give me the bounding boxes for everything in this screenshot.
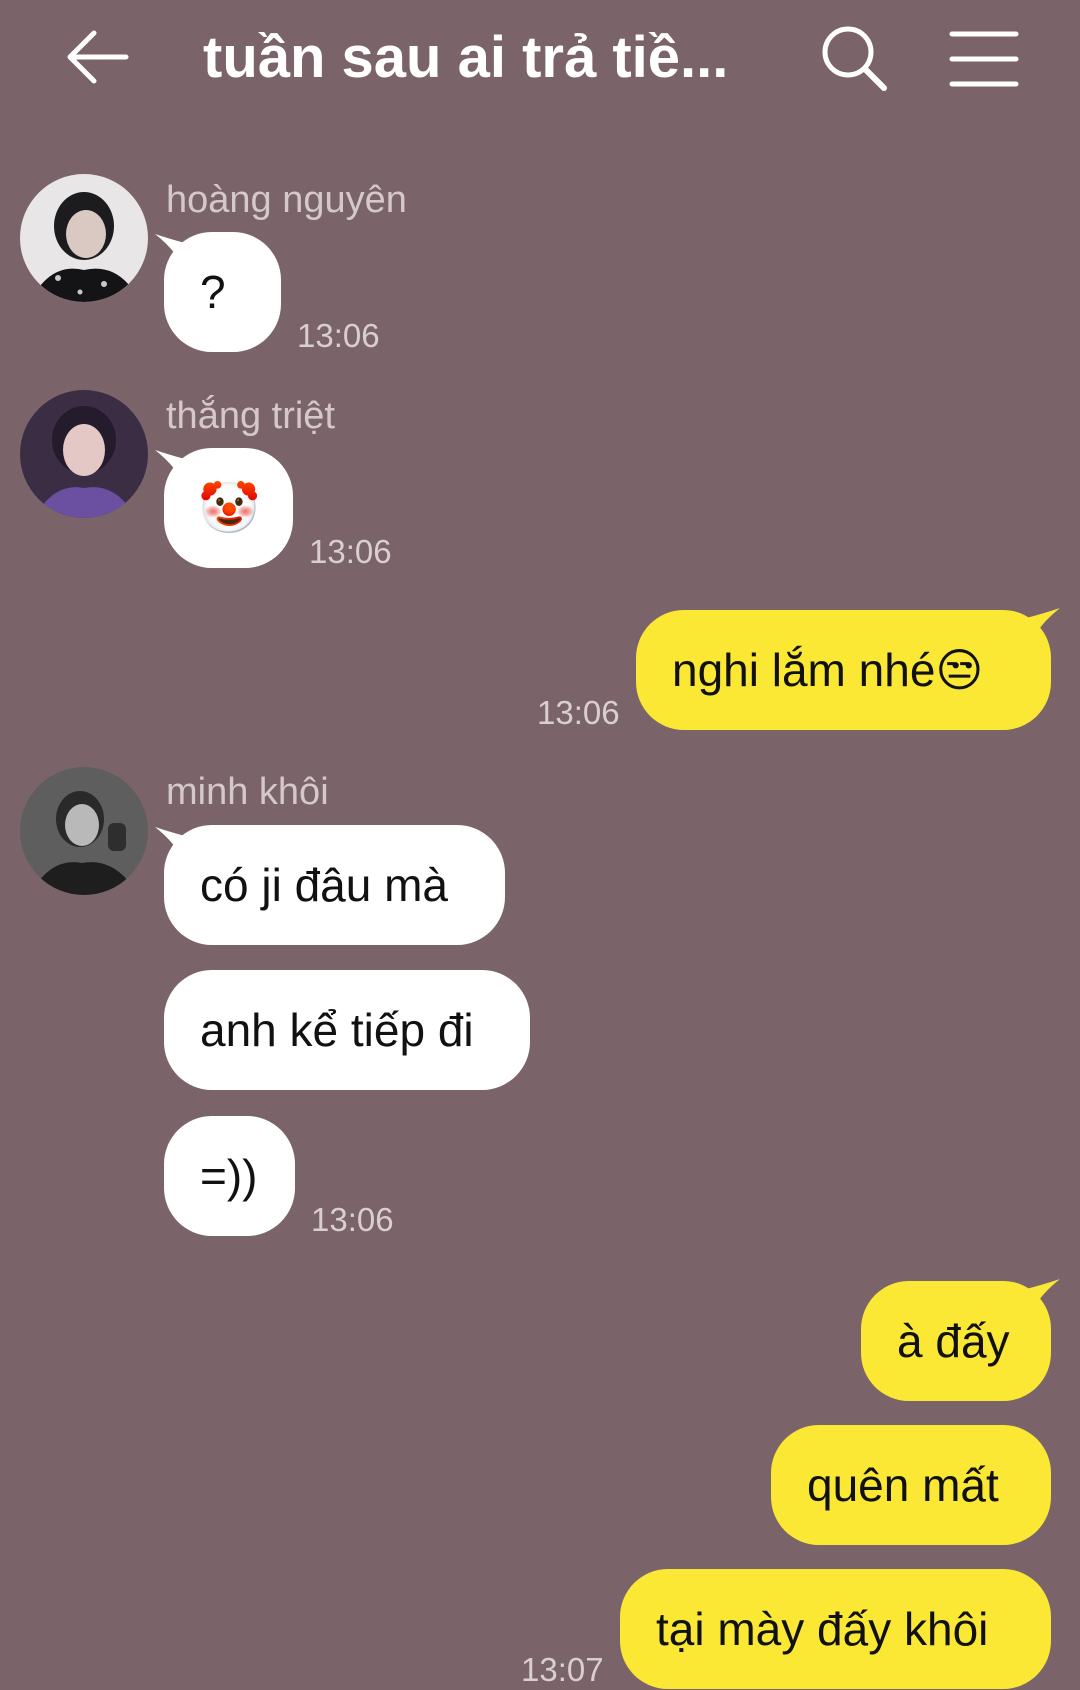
- sender-name: thắng triệt: [166, 395, 335, 437]
- my-message-bubble[interactable]: quên mất: [771, 1425, 1051, 1545]
- message-time: 13:06: [537, 694, 620, 731]
- message-bubble[interactable]: 🤡: [164, 448, 293, 568]
- message-bubble[interactable]: anh kể tiếp đi: [164, 970, 530, 1090]
- menu-icon[interactable]: [948, 24, 1020, 94]
- avatar-minh-khoi[interactable]: [20, 767, 148, 895]
- message-time: 13:06: [297, 317, 380, 354]
- message-time: 13:06: [311, 1201, 394, 1238]
- message-bubble[interactable]: ?: [164, 232, 281, 352]
- bubble-tail: [1026, 1279, 1060, 1313]
- avatar-thang-triet[interactable]: [20, 390, 148, 518]
- sender-name: minh khôi: [166, 771, 329, 813]
- message-bubble[interactable]: =)): [164, 1116, 295, 1236]
- my-message-bubble[interactable]: nghi lắm nhé😒: [636, 610, 1051, 730]
- back-arrow-icon[interactable]: [62, 22, 132, 92]
- avatar-hoang-nguyen[interactable]: [20, 174, 148, 302]
- my-message-bubble[interactable]: tại mày đấy khôi: [620, 1569, 1051, 1689]
- my-message-bubble[interactable]: à đấy: [861, 1281, 1051, 1401]
- message-bubble[interactable]: có ji đâu mà: [164, 825, 505, 945]
- message-time: 13:07: [521, 1651, 604, 1688]
- bubble-tail: [1026, 608, 1060, 642]
- message-time: 13:06: [309, 533, 392, 570]
- chat-header: tuần sau ai trả tiề...: [0, 0, 1080, 118]
- sender-name: hoàng nguyên: [166, 179, 407, 221]
- chat-title: tuần sau ai trả tiề...: [203, 25, 729, 90]
- search-icon[interactable]: [818, 22, 890, 94]
